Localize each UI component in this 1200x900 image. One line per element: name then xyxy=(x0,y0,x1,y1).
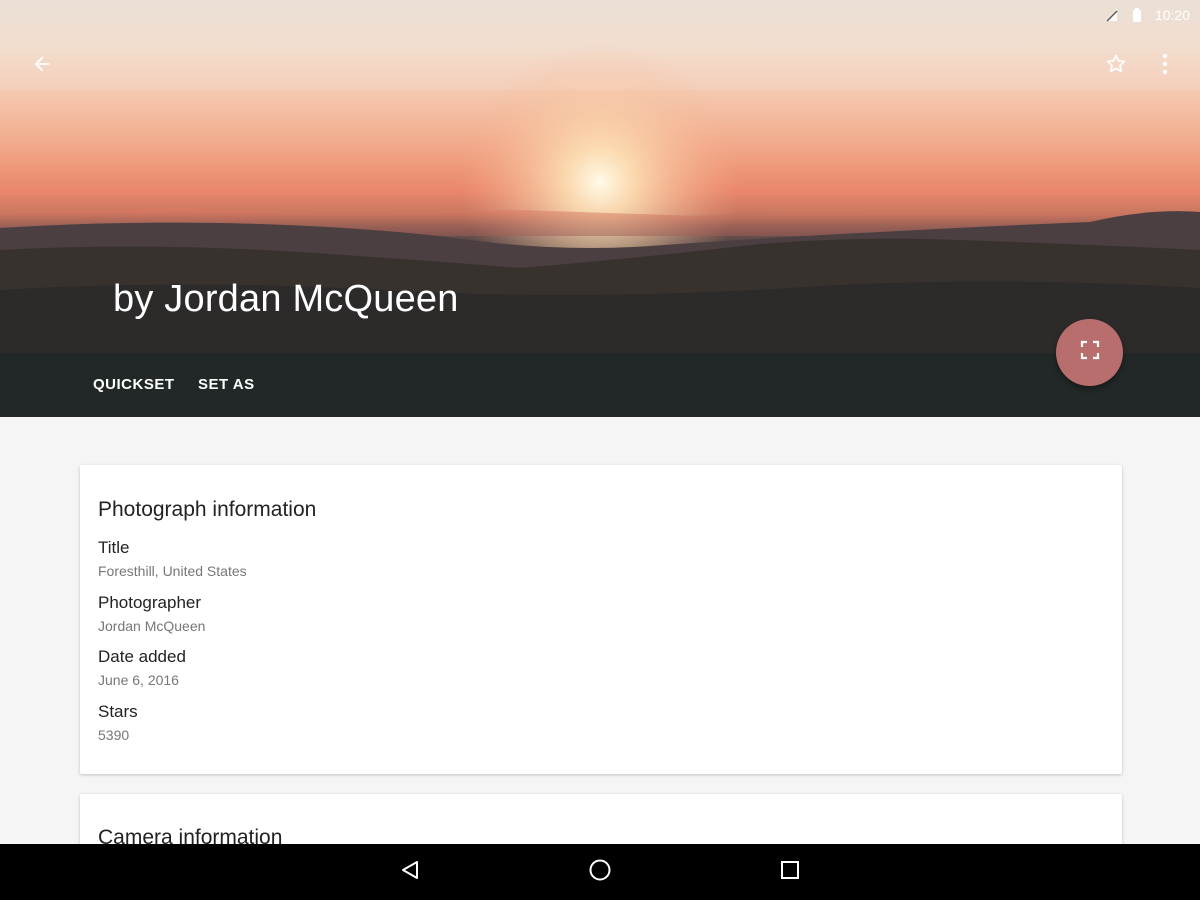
nav-recents-button[interactable] xyxy=(770,852,810,892)
wallpaper-detail-screen: 10:20 by Jordan McQueen QUICKSET SET AS xyxy=(0,0,1200,900)
nav-home-button[interactable] xyxy=(580,852,620,892)
fullscreen-fab[interactable] xyxy=(1056,319,1123,386)
hero-photo: 10:20 by Jordan McQueen xyxy=(0,0,1200,355)
system-navigation-bar xyxy=(0,844,1200,900)
field-value-photographer: Jordan McQueen xyxy=(98,618,206,634)
field-value-title: Foresthill, United States xyxy=(98,563,247,579)
field-value-stars: 5390 xyxy=(98,727,130,743)
triangle-back-icon xyxy=(399,859,421,886)
field-label-date-added: Date added xyxy=(98,647,186,666)
quickset-button[interactable]: QUICKSET xyxy=(93,353,175,417)
overflow-menu-button[interactable] xyxy=(1145,46,1185,86)
field-label-title: Title xyxy=(98,538,130,557)
field-label-photographer: Photographer xyxy=(98,593,202,612)
battery-icon xyxy=(1129,7,1145,23)
field-value-date-added: June 6, 2016 xyxy=(98,672,179,688)
photo-author-title: by Jordan McQueen xyxy=(113,278,459,320)
circle-home-icon xyxy=(588,858,612,887)
back-button[interactable] xyxy=(22,46,62,86)
status-time: 10:20 xyxy=(1154,7,1190,23)
status-bar: 10:20 xyxy=(0,0,1200,30)
more-vertical-icon xyxy=(1162,53,1168,80)
signal-icon xyxy=(1103,7,1119,23)
card-heading: Photograph information xyxy=(98,498,317,521)
square-recents-icon xyxy=(780,860,800,885)
set-as-button[interactable]: SET AS xyxy=(198,353,255,417)
field-label-stars: Stars xyxy=(98,702,138,721)
star-outline-icon xyxy=(1104,52,1128,81)
action-bar: QUICKSET SET AS xyxy=(0,353,1200,417)
arrow-left-icon xyxy=(31,53,53,80)
favorite-button[interactable] xyxy=(1096,46,1136,86)
photograph-info-card: Photograph information Title Foresthill,… xyxy=(80,465,1122,774)
fullscreen-icon xyxy=(1080,340,1100,365)
nav-back-button[interactable] xyxy=(390,852,430,892)
